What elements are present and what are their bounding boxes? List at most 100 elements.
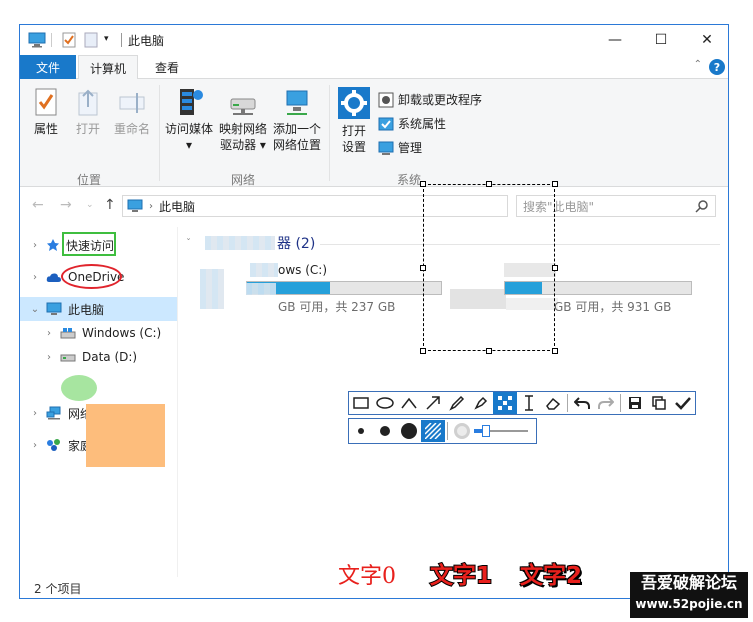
annotation-options-bar <box>348 418 537 444</box>
annotation-rectangle <box>62 232 116 256</box>
mosaic-pattern-icon[interactable] <box>421 420 445 442</box>
resize-handle[interactable] <box>552 265 558 271</box>
uninstall-button[interactable]: 卸载或更改程序 <box>378 91 482 108</box>
ribbon-body: 属性 打开 重命名 位置 访问媒体 ▾ 映射网络 驱动器 ▾ 添加一个 网络位置… <box>20 79 728 187</box>
settings-gear-icon <box>338 87 370 119</box>
customize-quick-access-icon[interactable]: ▾ <box>104 34 109 44</box>
manage-icon <box>378 141 394 155</box>
capture-selection[interactable] <box>420 181 558 354</box>
network-icon <box>46 406 62 420</box>
minimize-button[interactable]: — <box>592 25 638 55</box>
rectangle-tool-icon[interactable] <box>349 392 373 414</box>
pen-tool-icon[interactable] <box>445 392 469 414</box>
group-title: 器 (2) <box>277 236 316 252</box>
site-watermark: 吾爱破解论坛 www.52pojie.cn <box>630 572 748 618</box>
save-icon[interactable] <box>623 392 647 414</box>
tab-file[interactable]: 文件 <box>20 55 76 79</box>
resize-handle[interactable] <box>552 348 558 354</box>
chevron-right-icon[interactable]: › <box>42 328 56 339</box>
confirm-check-icon[interactable] <box>671 392 695 414</box>
add-network-location-button[interactable]: 添加一个 网络位置 <box>270 87 324 153</box>
chevron-right-icon[interactable]: › <box>28 240 42 251</box>
resize-handle[interactable] <box>552 181 558 187</box>
mosaic-tool-icon[interactable] <box>493 392 517 414</box>
chevron-right-icon[interactable]: › <box>28 408 42 419</box>
computer-icon <box>28 32 46 51</box>
star-icon <box>46 238 60 252</box>
close-button[interactable]: ✕ <box>684 25 728 55</box>
help-icon[interactable]: ? <box>709 59 725 75</box>
open-settings-button[interactable]: 打开 设置 <box>334 87 374 155</box>
ellipse-tool-icon[interactable] <box>373 392 397 414</box>
collapse-group-icon[interactable]: ˇ <box>186 238 191 249</box>
tab-computer[interactable]: 计算机 <box>78 55 138 80</box>
group-label-system: 系统 <box>397 173 422 187</box>
open-button[interactable]: 打开 <box>70 87 106 137</box>
collapse-ribbon-icon[interactable]: ⌃ <box>694 59 702 70</box>
annotation-text-plain: 文字0 <box>338 564 396 589</box>
explorer-window: ▾ 此电脑 — ☐ ✕ 文件 计算机 查看 ⌃ ? 属性 打开 重命名 位置 访… <box>19 24 729 599</box>
access-media-button[interactable]: 访问媒体 ▾ <box>164 87 214 153</box>
nav-item-data-d[interactable]: › Data (D:) <box>20 345 177 369</box>
annotation-text-outlined: 文字1 <box>429 562 493 590</box>
properties-button[interactable]: 属性 <box>28 87 64 137</box>
uninstall-icon <box>378 92 394 107</box>
resize-handle[interactable] <box>486 348 492 354</box>
chevron-right-icon[interactable]: › <box>28 440 42 451</box>
nav-item-windows-c[interactable]: › Windows (C:) <box>20 321 177 345</box>
properties-icon <box>35 88 57 116</box>
back-arrow-icon[interactable]: ← <box>32 197 44 213</box>
annotation-filled-box <box>86 404 165 467</box>
ribbon-tabs: 文件 计算机 查看 ⌃ ? <box>20 55 728 80</box>
highlighter-tool-icon[interactable] <box>469 392 493 414</box>
nav-item-this-pc[interactable]: ⌄ 此电脑 <box>20 297 177 321</box>
annotation-toolbar <box>348 391 696 415</box>
drive-c-space: GB 可用，共 237 GB <box>278 300 396 314</box>
resize-handle[interactable] <box>486 181 492 187</box>
undo-icon[interactable] <box>570 392 594 414</box>
resize-handle[interactable] <box>420 181 426 187</box>
maximize-button[interactable]: ☐ <box>638 25 684 55</box>
tab-view[interactable]: 查看 <box>142 55 192 79</box>
blur-strength-slider[interactable] <box>474 424 528 438</box>
network-drive-icon <box>230 98 256 115</box>
media-icon <box>180 89 203 115</box>
up-arrow-icon[interactable]: ↑ <box>104 197 116 213</box>
breadcrumb-chevron-icon[interactable]: › <box>149 201 153 212</box>
manage-button[interactable]: 管理 <box>378 139 422 156</box>
resize-handle[interactable] <box>420 348 426 354</box>
computer-icon <box>46 302 62 316</box>
title-bar: ▾ 此电脑 — ☐ ✕ <box>20 25 728 55</box>
chevron-right-icon[interactable]: › <box>42 352 56 363</box>
group-label-network: 网络 <box>231 173 256 187</box>
group-label-location: 位置 <box>77 173 102 187</box>
new-folder-quick-icon[interactable] <box>84 32 98 51</box>
map-network-drive-button[interactable]: 映射网络 驱动器 ▾ <box>218 87 268 153</box>
chevron-down-icon[interactable]: ⌄ <box>28 304 42 315</box>
system-properties-button[interactable]: 系统属性 <box>378 115 446 132</box>
status-item-count: 2 个项目 <box>34 582 82 596</box>
breadcrumb-this-pc[interactable]: 此电脑 <box>159 198 195 215</box>
text-tool-icon[interactable] <box>517 392 541 414</box>
drive-c-name: ows (C:) <box>278 263 328 277</box>
navigation-bar: ← → ⌄ ↑ › 此电脑 搜索"此电脑" <box>20 193 728 219</box>
forward-arrow-icon[interactable]: → <box>60 197 72 213</box>
chevron-right-icon[interactable]: › <box>28 272 42 283</box>
search-icon[interactable] <box>695 199 709 216</box>
brush-size-large-icon[interactable] <box>397 420 421 442</box>
brush-size-medium-icon[interactable] <box>373 420 397 442</box>
brush-size-small-icon[interactable] <box>349 420 373 442</box>
open-icon <box>78 89 98 116</box>
rename-button[interactable]: 重命名 <box>110 87 154 137</box>
redo-icon[interactable] <box>594 392 618 414</box>
copy-icon[interactable] <box>647 392 671 414</box>
properties-quick-icon[interactable] <box>62 32 76 51</box>
arrow-tool-icon[interactable] <box>421 392 445 414</box>
recent-locations-icon[interactable]: ⌄ <box>86 200 94 210</box>
drive-d-icon <box>60 351 76 363</box>
blur-strength-icon[interactable] <box>450 420 474 442</box>
resize-handle[interactable] <box>420 265 426 271</box>
annotation-text-shadowed: 文字2 <box>520 563 583 589</box>
line-tool-icon[interactable] <box>397 392 421 414</box>
eraser-tool-icon[interactable] <box>541 392 565 414</box>
